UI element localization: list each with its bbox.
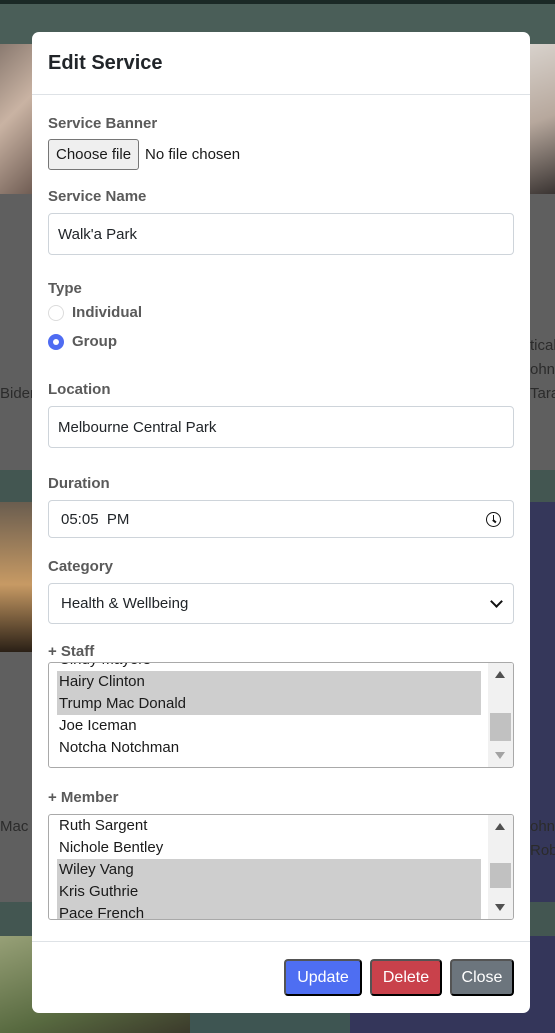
delete-button[interactable]: Delete <box>370 959 442 996</box>
type-label: Type <box>48 280 82 297</box>
staff-option[interactable]: Hairy Clinton <box>57 671 481 693</box>
member-scrollbar[interactable] <box>488 815 513 919</box>
staff-option[interactable]: Notcha Notchman <box>57 737 481 759</box>
scroll-thumb[interactable] <box>490 713 511 741</box>
service-banner-label: Service Banner <box>48 115 158 132</box>
staff-scrollbar[interactable] <box>488 663 513 767</box>
member-option[interactable]: Kris Guthrie <box>57 881 481 903</box>
member-option[interactable]: Ruth Sargent <box>57 815 481 837</box>
radio-group-label: Group <box>72 333 117 350</box>
service-name-label: Service Name <box>48 188 147 205</box>
background-card-image <box>530 44 555 194</box>
clock-icon[interactable] <box>486 511 501 527</box>
member-label: + Member <box>48 789 119 806</box>
close-button[interactable]: Close <box>450 959 514 996</box>
radio-group[interactable] <box>48 333 64 350</box>
staff-option[interactable]: Cindy Mayers <box>57 663 481 671</box>
file-status-text: No file chosen <box>145 146 241 163</box>
duration-time-input[interactable]: 05:05 PM <box>48 500 514 538</box>
background-card <box>530 194 555 470</box>
member-option[interactable]: Pace French <box>57 903 481 919</box>
chevron-down-icon <box>490 594 503 608</box>
category-label: Category <box>48 558 114 575</box>
background-card-image <box>0 44 34 194</box>
background-card-image <box>0 502 34 652</box>
location-input[interactable]: Melbourne Central Park <box>48 406 514 448</box>
staff-multiselect[interactable]: Cindy Mayers Hairy Clinton Trump Mac Don… <box>48 662 514 768</box>
background-card-text: Rob <box>530 842 555 859</box>
background-card <box>0 652 34 902</box>
modal-header: Edit Service <box>32 32 530 95</box>
member-option[interactable]: Wiley Vang <box>57 859 481 881</box>
type-option-group[interactable]: Group <box>48 327 514 356</box>
scroll-up-icon[interactable] <box>495 671 505 678</box>
category-select[interactable]: Health & Wellbeing <box>48 583 514 624</box>
duration-label: Duration <box>48 475 110 492</box>
location-label: Location <box>48 381 111 398</box>
scroll-thumb[interactable] <box>490 863 511 888</box>
choose-file-button[interactable]: Choose file <box>48 139 140 170</box>
background-card-text: ohn <box>530 361 555 378</box>
member-option[interactable]: Nichole Bentley <box>57 837 481 859</box>
staff-label: + Staff <box>48 643 95 660</box>
background-card <box>0 194 34 470</box>
background-card-text: Tara <box>530 385 555 402</box>
background-card-text: tical <box>530 337 555 354</box>
modal-body: Service Banner Choose file No file chose… <box>32 95 530 920</box>
scroll-down-icon[interactable] <box>495 904 505 911</box>
modal-footer: Update Delete Close <box>32 941 530 1013</box>
duration-value: 05:05 PM <box>61 510 130 528</box>
staff-option[interactable]: Trump Mac Donald <box>57 693 481 715</box>
service-name-input[interactable]: Walk'a Park <box>48 213 514 255</box>
staff-option[interactable]: Joe Iceman <box>57 715 481 737</box>
background-card-text: ohn <box>530 818 555 835</box>
radio-individual[interactable] <box>48 304 64 321</box>
update-button[interactable]: Update <box>284 959 362 996</box>
edit-service-modal: Edit Service Service Banner Choose file … <box>32 32 530 1013</box>
file-input[interactable]: Choose file No file chosen <box>48 139 514 170</box>
background-card-text: Bider <box>0 385 36 402</box>
scroll-up-icon[interactable] <box>495 823 505 830</box>
type-option-individual[interactable]: Individual <box>48 298 514 327</box>
modal-title: Edit Service <box>48 52 163 74</box>
category-selected-value: Health & Wellbeing <box>61 595 189 612</box>
radio-individual-label: Individual <box>72 304 143 321</box>
scroll-down-icon[interactable] <box>495 752 505 759</box>
member-multiselect[interactable]: Ruth Sargent Nichole Bentley Wiley Vang … <box>48 814 514 920</box>
